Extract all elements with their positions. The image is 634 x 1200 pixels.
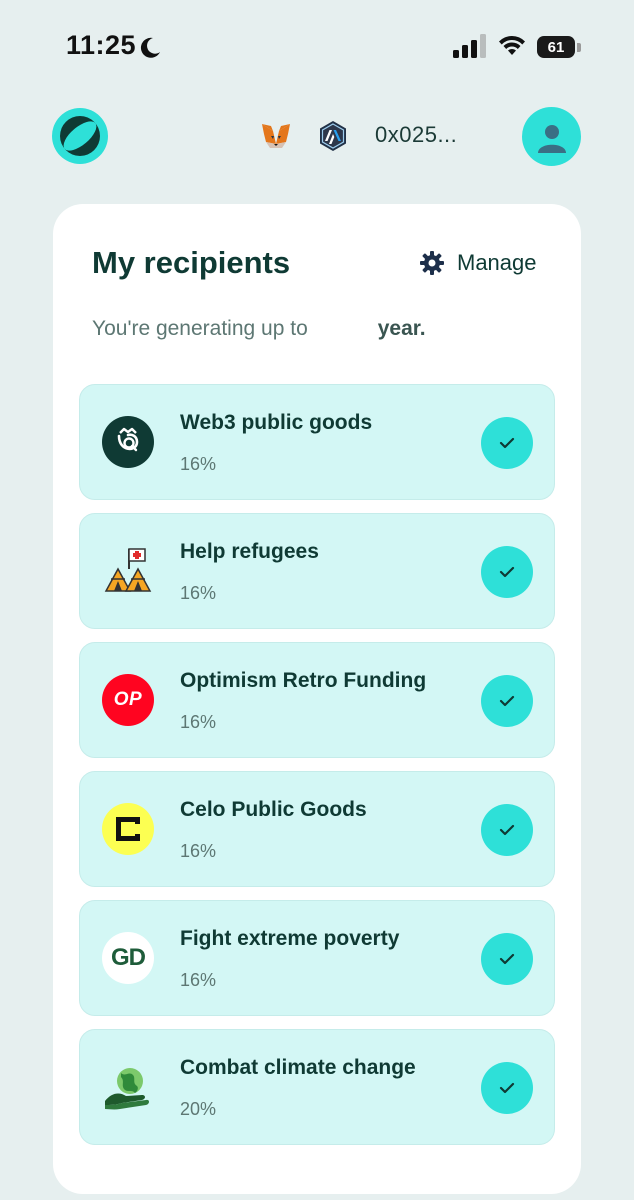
recipients-list: Web3 public goods 16% Help refugees 16% … — [79, 384, 555, 1158]
recipient-item-optimism-retro-funding[interactable]: OP Optimism Retro Funding 16% — [79, 642, 555, 758]
recipient-name: Celo Public Goods — [180, 798, 367, 821]
wallet-address[interactable]: 0x025... — [375, 122, 457, 148]
wifi-icon — [499, 35, 525, 55]
recipient-name: Help refugees — [180, 540, 319, 563]
recipient-item-help-refugees[interactable]: Help refugees 16% — [79, 513, 555, 629]
selected-check-button[interactable] — [481, 933, 533, 985]
recipient-item-celo-public-goods[interactable]: Celo Public Goods 16% — [79, 771, 555, 887]
checkmark-icon — [499, 953, 515, 965]
recipient-percent: 16% — [180, 841, 217, 861]
recipient-name: Optimism Retro Funding — [180, 669, 427, 692]
checkmark-icon — [499, 824, 515, 836]
selected-check-button[interactable] — [481, 675, 533, 727]
selected-check-button[interactable] — [481, 417, 533, 469]
recipient-percent: 16% — [180, 970, 217, 990]
subtitle-start: You're generating up to — [92, 317, 308, 340]
checkmark-icon — [499, 566, 515, 578]
checkmark-icon — [499, 1082, 515, 1094]
arbitrum-icon[interactable] — [318, 120, 348, 152]
moon-icon — [140, 37, 160, 58]
recipient-percent: 20% — [180, 1099, 217, 1119]
selected-check-button[interactable] — [481, 1062, 533, 1114]
recipient-name: Web3 public goods — [180, 411, 373, 434]
card-title: My recipients — [92, 245, 291, 280]
recipient-item-combat-climate-change[interactable]: Combat climate change 20% — [79, 1029, 555, 1145]
manage-label: Manage — [457, 250, 537, 275]
battery-nub — [577, 43, 581, 52]
recipient-name: Combat climate change — [180, 1056, 416, 1079]
signal-icon — [453, 34, 486, 58]
optimism-logo-text: OP — [113, 689, 143, 710]
app-logo-icon[interactable] — [52, 108, 108, 164]
recipient-name: Fight extreme poverty — [180, 927, 400, 950]
web3-public-goods-icon — [102, 416, 154, 468]
selected-check-button[interactable] — [481, 546, 533, 598]
subtitle-end: year. — [377, 317, 426, 340]
status-time: 11:25 — [66, 30, 137, 60]
battery-level: 61 — [547, 38, 565, 56]
recipients-card: My recipients Manage You're generating u… — [53, 204, 581, 1194]
gooddollar-gd-icon: GD — [102, 932, 154, 984]
checkmark-icon — [499, 695, 515, 707]
recipient-item-web3-public-goods[interactable]: Web3 public goods 16% — [79, 384, 555, 500]
gear-icon — [420, 251, 444, 275]
manage-button[interactable]: Manage — [419, 250, 537, 276]
celo-icon — [102, 803, 154, 855]
recipient-item-fight-extreme-poverty[interactable]: GD Fight extreme poverty 16% — [79, 900, 555, 1016]
status-bar: 11:25 61 — [0, 0, 634, 90]
gooddollar-logo-text: GD — [111, 944, 146, 971]
recipient-percent: 16% — [180, 712, 217, 732]
refugee-tents-icon — [102, 545, 154, 597]
selected-check-button[interactable] — [481, 804, 533, 856]
optimism-op-icon: OP — [102, 674, 154, 726]
user-avatar-icon[interactable] — [522, 107, 581, 166]
generating-subtitle: You're generating up to year. — [92, 317, 426, 341]
battery-icon: 61 — [537, 36, 575, 58]
recipient-percent: 16% — [180, 454, 217, 474]
climate-globe-hand-icon — [102, 1061, 154, 1113]
metamask-fox-icon[interactable] — [260, 122, 292, 150]
checkmark-icon — [499, 437, 515, 449]
recipient-percent: 16% — [180, 583, 217, 603]
